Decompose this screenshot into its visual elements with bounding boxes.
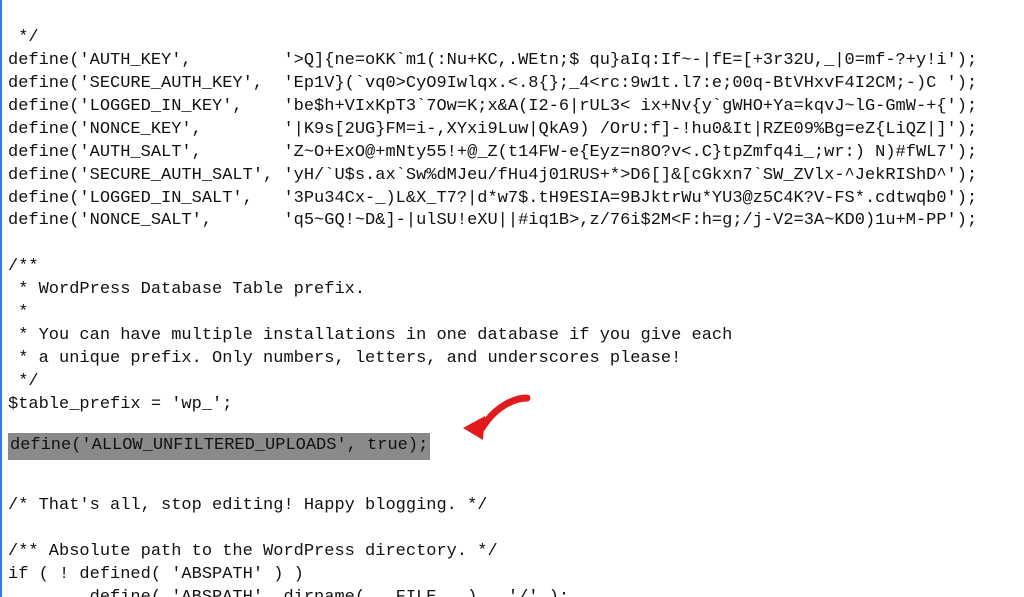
highlighted-define: define('ALLOW_UNFILTERED_UPLOADS', true)…	[8, 433, 430, 460]
table-prefix: $table_prefix = 'wp_';	[8, 395, 232, 414]
abspath-define: define( 'ABSPATH', dirname( __FILE__ ) .…	[8, 588, 569, 597]
abspath-if: if ( ! defined( 'ABSPATH' ) )	[8, 565, 304, 584]
define-auth-salt: define('AUTH_SALT', 'Z~O+ExO@+mNty55!+@_…	[8, 143, 977, 162]
prefix-comment-line: */	[8, 372, 39, 391]
stop-editing-comment: /* That's all, stop editing! Happy blogg…	[8, 496, 487, 515]
blank	[8, 234, 18, 253]
define-auth-key: define('AUTH_KEY', '>Q]{ne=oKK`m1(:Nu+KC…	[8, 51, 977, 70]
define-secure-auth-key: define('SECURE_AUTH_KEY', 'Ep1V}(`vq0>Cy…	[8, 74, 977, 93]
comment-close: */	[8, 28, 39, 47]
prefix-comment-line: * WordPress Database Table prefix.	[8, 280, 365, 299]
define-logged-in-key: define('LOGGED_IN_KEY', 'be$h+VIxKpT3`7O…	[8, 97, 977, 116]
prefix-comment-line: * a unique prefix. Only numbers, letters…	[8, 349, 681, 368]
code-snippet: */ define('AUTH_KEY', '>Q]{ne=oKK`m1(:Nu…	[0, 0, 1024, 597]
prefix-comment-line: * You can have multiple installations in…	[8, 326, 732, 345]
define-nonce-key: define('NONCE_KEY', '|K9s[2UG}FM=i-,XYxi…	[8, 120, 977, 139]
define-secure-auth-salt: define('SECURE_AUTH_SALT', 'yH/`U$s.ax`S…	[8, 166, 977, 185]
abspath-comment: /** Absolute path to the WordPress direc…	[8, 542, 498, 561]
blank	[8, 519, 18, 538]
prefix-comment-line: *	[8, 303, 28, 322]
prefix-comment-line: /**	[8, 257, 39, 276]
define-nonce-salt: define('NONCE_SALT', 'q5~GQ!~D&]-|ulSU!e…	[8, 211, 977, 230]
define-logged-in-salt: define('LOGGED_IN_SALT', '3Pu34Cx-_)L&X_…	[8, 189, 977, 208]
